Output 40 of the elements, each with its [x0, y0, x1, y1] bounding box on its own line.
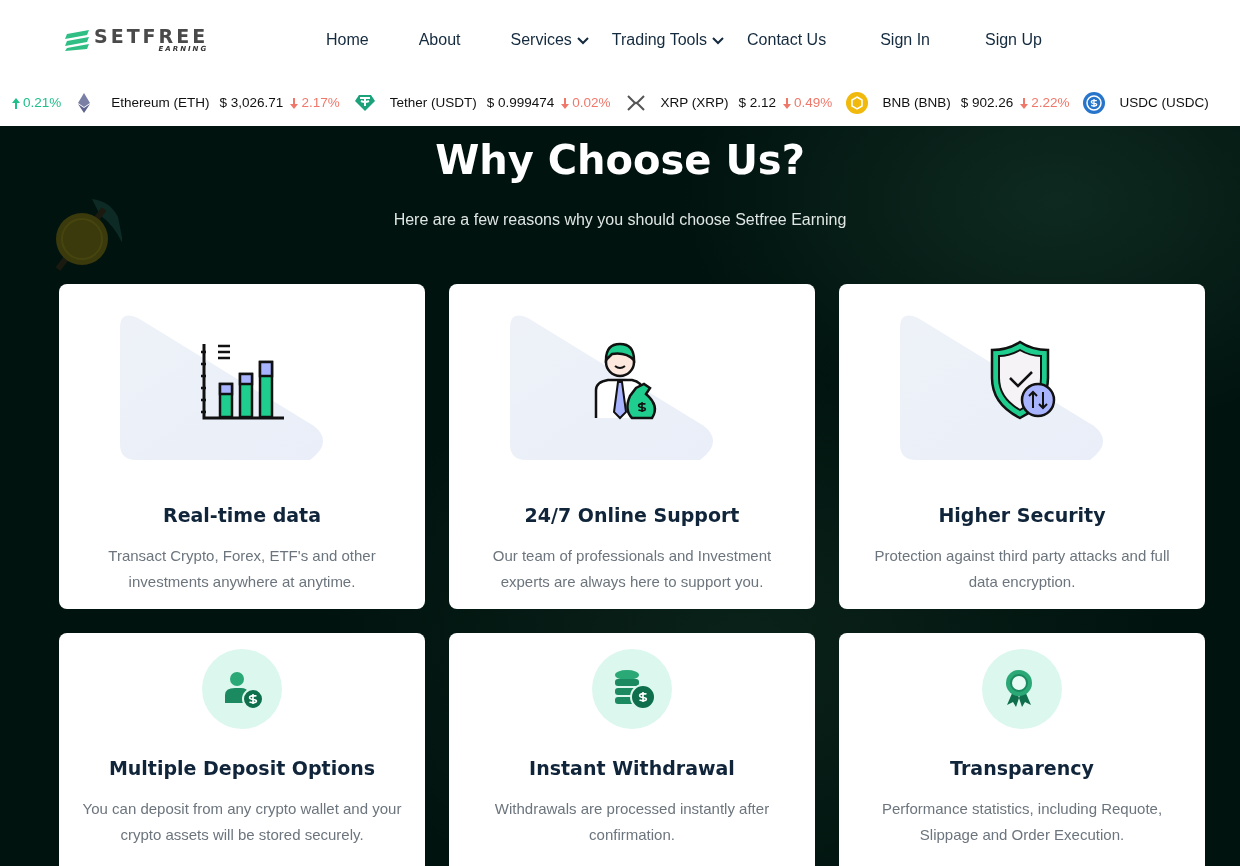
- coin-icon: [1083, 92, 1106, 114]
- coin-name: Ethereum (ETH): [111, 93, 210, 112]
- nav-link[interactable]: About: [418, 28, 461, 52]
- section-subtitle: Here are a few reasons why you should choose Setfree Earning: [392, 210, 848, 230]
- card-description: Protection against third party attacks and full data encryption.: [873, 545, 1171, 592]
- nav-link[interactable]: Trading Tools: [611, 28, 726, 52]
- card-title: Instant Withdrawal: [528, 757, 736, 780]
- card-title: 24/7 Online Support: [523, 504, 741, 527]
- card-description: Performance statistics, including Requote, Slippage and Order Execution.: [880, 798, 1164, 845]
- price-change: 0.49%: [794, 93, 833, 112]
- logo-stripes-icon: [64, 29, 90, 51]
- nav-link[interactable]: Contact Us: [747, 28, 827, 52]
- nav-link[interactable]: Sign In: [880, 28, 930, 52]
- card-description: Our team of professionals and Investment experts are always here to support you.: [491, 545, 773, 592]
- price-change: 2.22%: [1031, 93, 1070, 112]
- coin-name: Tether (USDT): [389, 93, 477, 112]
- card-title: Transparency: [949, 757, 1095, 780]
- card-description: You can deposit from any crypto wallet and your crypto assets will be stored securely.: [81, 798, 403, 845]
- coin-price: $ 902.26: [960, 93, 1014, 112]
- logo-name: SETFREE: [94, 27, 209, 46]
- price-change: 2.17%: [301, 93, 340, 112]
- card-description: Transact Crypto, Forex, ETF's and other investments anywhere at anytime.: [107, 545, 377, 592]
- card-description: Withdrawals are processed instantly after confirmation.: [493, 798, 771, 845]
- coin-icon: [846, 92, 869, 114]
- nav-link[interactable]: Services: [510, 28, 590, 52]
- coin-price: $ 2.12: [738, 93, 777, 112]
- nav-link[interactable]: Sign Up: [985, 28, 1042, 52]
- coin-name: XRP (XRP): [660, 93, 729, 112]
- coin-name: USDC (USDC): [1119, 93, 1209, 112]
- card-title: Multiple Deposit Options: [107, 757, 377, 780]
- coin-price: $ 0.999474: [486, 93, 555, 112]
- coin-icon: [353, 92, 376, 114]
- coin-price: $ 3,026.71: [219, 93, 284, 112]
- nav-link[interactable]: Home: [326, 28, 369, 52]
- price-change: 0.02%: [572, 93, 611, 112]
- coin-name: BNB (BNB): [882, 93, 951, 112]
- price-change: 0.21%: [23, 93, 62, 112]
- card-title: Higher Security: [937, 504, 1107, 527]
- card-title: Real-time data: [162, 504, 322, 527]
- section-title: Why Choose Us?: [434, 136, 806, 184]
